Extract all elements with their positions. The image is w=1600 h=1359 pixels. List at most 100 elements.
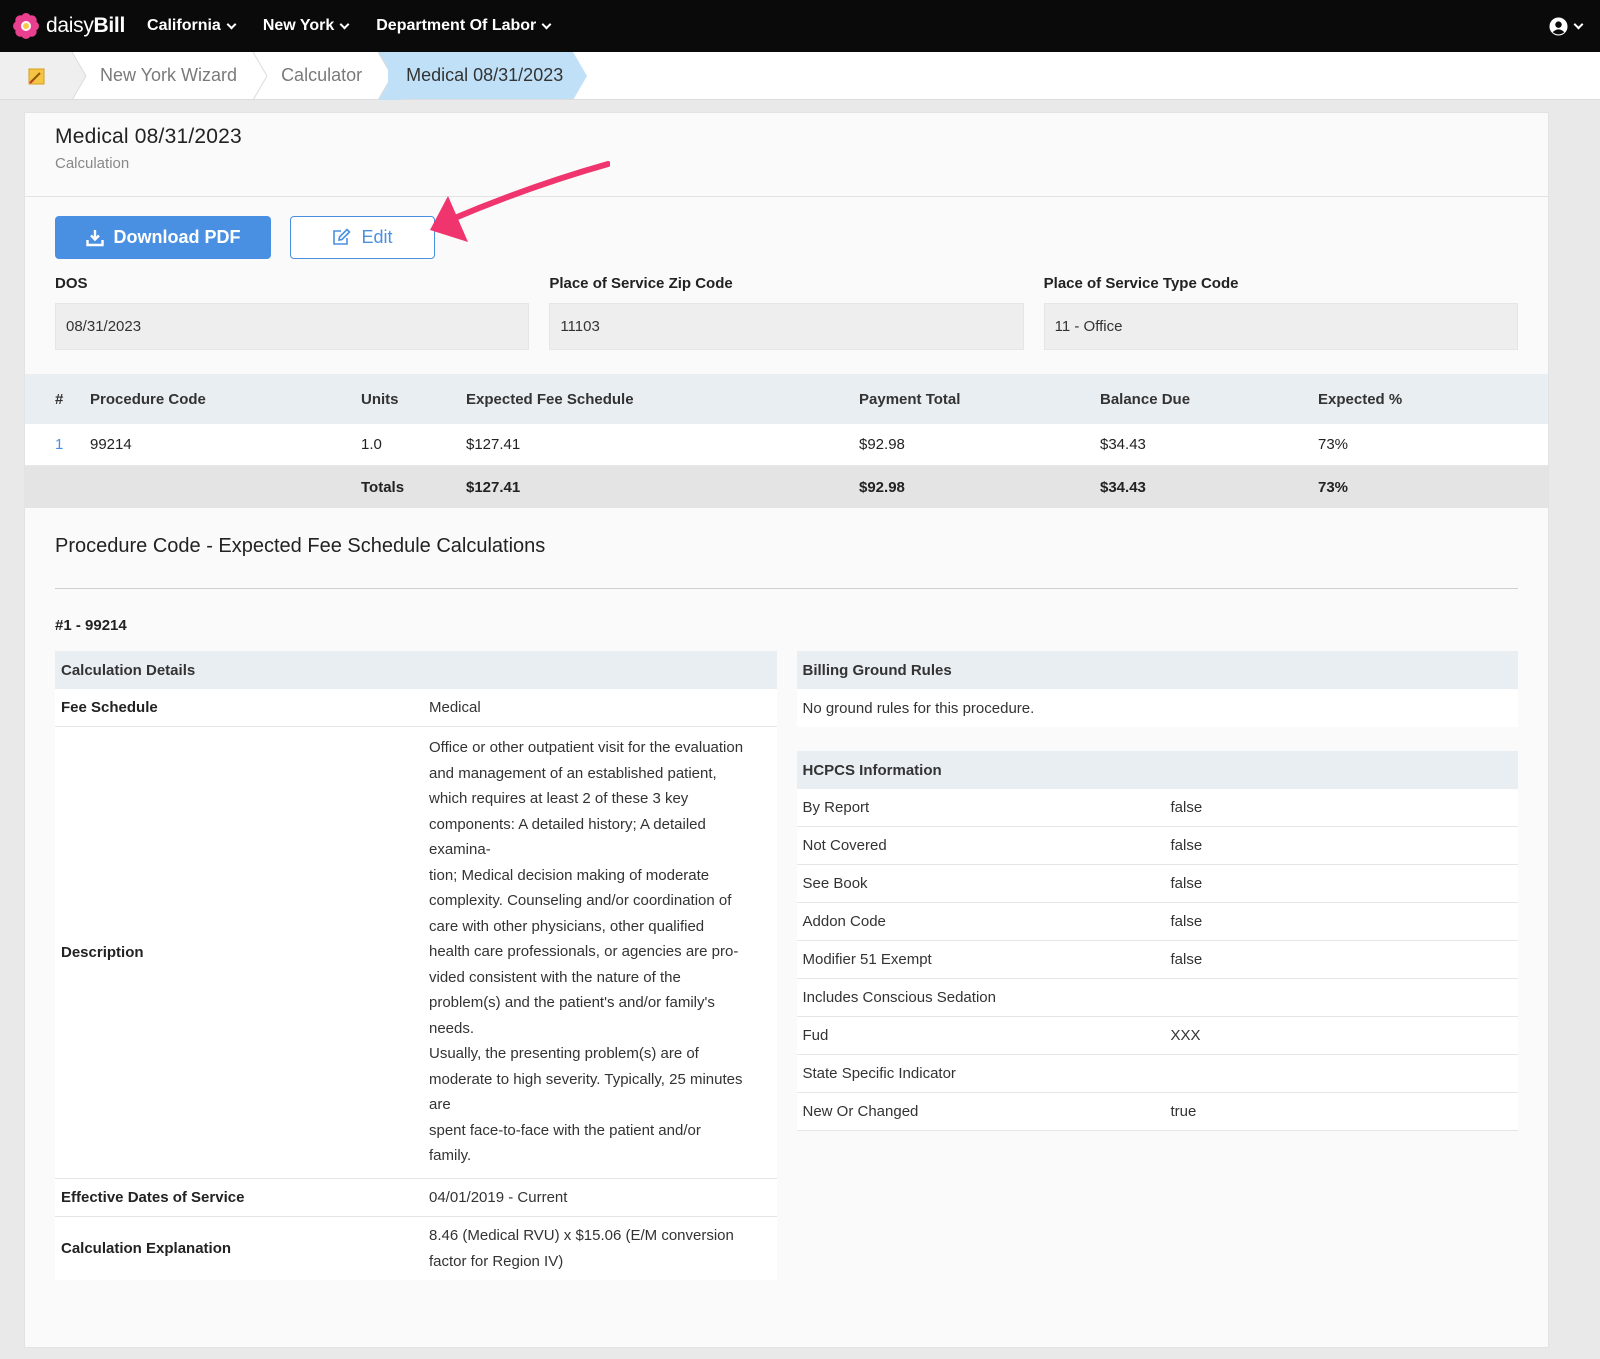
- fee-schedule-value: Medical: [429, 698, 481, 716]
- right-panels: Billing Ground Rules No ground rules for…: [796, 651, 1518, 1280]
- calculator-notepad-icon: [28, 68, 45, 84]
- top-nav: daisyBill California New York Department…: [0, 0, 1600, 52]
- calculation-explanation-value: 8.46 (Medical RVU) x $15.06 (E/M convers…: [423, 1217, 777, 1280]
- description-line: health care professionals, or agencies a…: [429, 943, 739, 960]
- row-number-link[interactable]: 1: [55, 436, 63, 453]
- description-line: which requires at least 2 of these 3 key: [429, 790, 689, 807]
- hcpcs-table: By Report false Not Covered false See Book fa…: [796, 789, 1518, 1131]
- type-code-label: Place of Service Type Code: [1043, 275, 1239, 292]
- description-line: moderate to high severity. Typically, 25…: [429, 1070, 743, 1088]
- hcpcs-key: By Report: [802, 799, 870, 816]
- type-field-group: Place of Service Type Code 11 - Office: [1043, 275, 1518, 350]
- hcpcs-row: Includes Conscious Sedation: [796, 979, 1518, 1017]
- description-line: and management of an established patient…: [429, 764, 717, 782]
- cell-expected-pct: 73%: [1318, 436, 1349, 453]
- user-avatar-icon: [1549, 16, 1568, 36]
- breadcrumb-home[interactable]: [0, 52, 72, 99]
- hcpcs-value: false: [1170, 837, 1203, 854]
- detail-row-fee-schedule: Fee Schedule Medical: [55, 689, 777, 727]
- nav-california[interactable]: California: [147, 17, 237, 35]
- description-line: family.: [429, 1147, 472, 1164]
- dos-label: DOS: [55, 275, 88, 292]
- explanation-line: 8.46 (Medical RVU) x $15.06 (E/M convers…: [429, 1227, 734, 1244]
- ground-rules-row: No ground rules for this procedure.: [796, 689, 1518, 727]
- detail-row-calculation-explanation: Calculation Explanation 8.46 (Medical RV…: [55, 1217, 777, 1280]
- hcpcs-row: See Book false: [796, 865, 1518, 903]
- edit-button[interactable]: Edit: [290, 216, 435, 259]
- total-payment: $92.98: [859, 478, 905, 496]
- effective-dates-label: Effective Dates of Service: [61, 1189, 245, 1206]
- totals-row: Totals $127.41 $92.98 $34.43 73%: [25, 466, 1548, 508]
- description-line: problem(s) and the patient's and/or fami…: [429, 994, 715, 1011]
- cell-expected-fee: $127.41: [466, 436, 521, 453]
- cell-units: 1.0: [361, 436, 382, 453]
- service-fields: DOS 08/31/2023 Place of Service Zip Code…: [25, 259, 1548, 350]
- details-panels: Calculation Details Fee Schedule Medical…: [25, 651, 1548, 1280]
- page-subtitle: Calculation: [55, 155, 130, 172]
- description-line: are: [429, 1096, 451, 1113]
- nav-department-of-labor[interactable]: Department Of Labor: [376, 17, 552, 35]
- description-line: Usually, the presenting problem(s) are o…: [429, 1045, 699, 1062]
- dos-field[interactable]: 08/31/2023: [55, 303, 530, 350]
- download-icon: [85, 229, 104, 246]
- hcpcs-value: false: [1170, 875, 1203, 892]
- col-header-num: #: [55, 390, 64, 408]
- hcpcs-row: Fud XXX: [796, 1017, 1518, 1055]
- total-balance: $34.43: [1100, 478, 1146, 496]
- description-label: Description: [61, 944, 144, 961]
- hcpcs-key: New Or Changed: [802, 1103, 919, 1120]
- calculation-details-header: Calculation Details: [55, 651, 777, 689]
- brand-logo[interactable]: daisyBill: [12, 12, 125, 40]
- total-expected-pct: 73%: [1318, 478, 1349, 496]
- col-header-units: Units: [361, 390, 399, 408]
- calculation-card: Medical 08/31/2023 Calculation Download …: [24, 112, 1549, 1348]
- chevron-down-icon: [226, 19, 237, 29]
- nav-new-york[interactable]: New York: [263, 17, 350, 35]
- cell-procedure-code: 99214: [90, 436, 132, 453]
- brand-name: daisyBill: [46, 14, 126, 37]
- hcpcs-row: State Specific Indicator: [796, 1055, 1518, 1093]
- ground-rules-text: No ground rules for this procedure.: [802, 699, 1035, 717]
- fee-schedule-label: Fee Schedule: [61, 699, 158, 716]
- description-line: components: A detailed history; A detail…: [429, 815, 706, 833]
- breadcrumb-separator: [72, 52, 87, 100]
- type-code-field[interactable]: 11 - Office: [1043, 303, 1518, 350]
- table-row: 1 99214 1.0 $127.41 $92.98 $34.43 73%: [25, 424, 1548, 466]
- hcpcs-value: false: [1170, 913, 1203, 930]
- breadcrumb-calculator[interactable]: Calculator: [277, 52, 378, 99]
- table-header: # Procedure Code Units Expected Fee Sche…: [25, 374, 1548, 424]
- hcpcs-row: Not Covered false: [796, 827, 1518, 865]
- dos-field-group: DOS 08/31/2023: [55, 275, 530, 350]
- hcpcs-value: false: [1170, 799, 1203, 816]
- description-value: Office or other outpatient visit for the…: [423, 727, 777, 1178]
- hcpcs-header: HCPCS Information: [796, 751, 1518, 789]
- hcpcs-row: Modifier 51 Exempt false: [796, 941, 1518, 979]
- totals-label: Totals: [361, 478, 405, 496]
- zip-field-group: Place of Service Zip Code 11103: [549, 275, 1024, 350]
- hcpcs-key: See Book: [802, 875, 868, 892]
- hcpcs-value: false: [1170, 951, 1203, 968]
- breadcrumb-current: Medical 08/31/2023: [388, 52, 574, 99]
- cell-balance-due: $34.43: [1100, 436, 1146, 453]
- breadcrumb-new-york-wizard[interactable]: New York Wizard: [96, 52, 253, 99]
- zip-code-field[interactable]: 11103: [549, 303, 1024, 350]
- hcpcs-row: New Or Changed true: [796, 1093, 1518, 1131]
- user-menu[interactable]: [1549, 16, 1584, 36]
- action-bar: Download PDF Edit: [25, 197, 1548, 259]
- hcpcs-key: Modifier 51 Exempt: [802, 951, 932, 968]
- description-line: spent face-to-face with the patient and/…: [429, 1121, 701, 1139]
- explanation-line: factor for Region IV): [429, 1252, 564, 1270]
- description-line: Office or other outpatient visit for the…: [429, 739, 744, 756]
- detail-row-effective-dates: Effective Dates of Service 04/01/2019 - …: [55, 1179, 777, 1217]
- hcpcs-key: Not Covered: [802, 837, 887, 854]
- download-pdf-button[interactable]: Download PDF: [55, 216, 271, 259]
- description-line: complexity. Counseling and/or coordinati…: [429, 892, 732, 909]
- description-line: tion; Medical decision making of moderat…: [429, 866, 710, 884]
- hcpcs-value: true: [1170, 1103, 1197, 1120]
- calculation-explanation-label: Calculation Explanation: [61, 1240, 232, 1257]
- col-header-procedure-code: Procedure Code: [90, 390, 206, 408]
- description-line: vided consistent with the nature of the: [429, 968, 681, 986]
- description-line: examina-: [429, 841, 491, 858]
- breadcrumb: New York Wizard Calculator Medical 08/31…: [0, 52, 1600, 100]
- card-header: Medical 08/31/2023 Calculation: [25, 113, 1548, 197]
